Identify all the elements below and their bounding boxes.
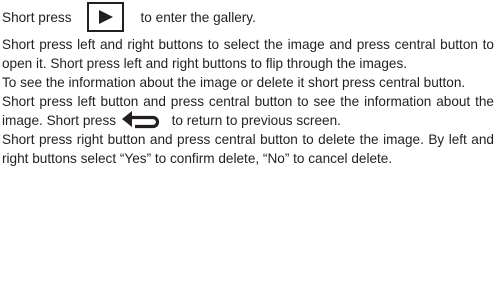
paragraph-see-information: Short press left button and press centra… bbox=[2, 92, 494, 130]
paragraph-select-image: Short press left and right buttons to se… bbox=[2, 37, 494, 71]
paragraph-info-or-delete: To see the information about the image o… bbox=[2, 75, 466, 90]
instruction-text: Short press to enter the gallery. Short … bbox=[2, 0, 494, 168]
paragraph-1-text-after: to enter the gallery. bbox=[140, 9, 256, 25]
paragraph-enter-gallery: Short press to enter the gallery. bbox=[2, 0, 494, 35]
paragraph-4-text-after: to return to previous screen. bbox=[167, 113, 341, 128]
paragraph-1-text-before: Short press bbox=[2, 9, 72, 25]
back-arrow-icon bbox=[121, 111, 159, 129]
paragraph-delete-image: Short press right button and press centr… bbox=[2, 132, 494, 166]
play-icon bbox=[86, 2, 124, 32]
